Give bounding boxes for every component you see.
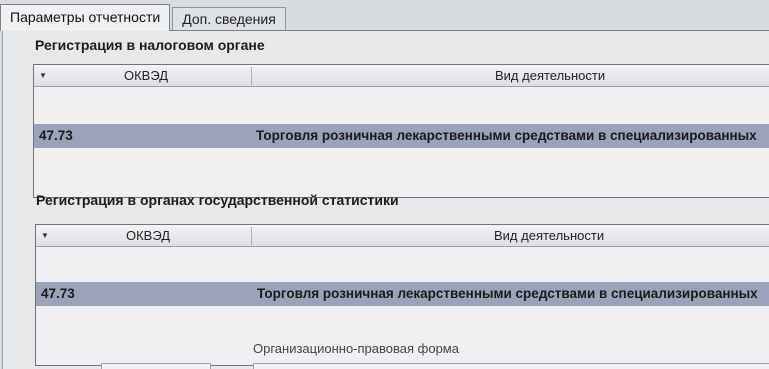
cell-activity: Торговля розничная лекарственными средст…: [256, 128, 757, 143]
okpf-code-field[interactable]: [101, 363, 211, 369]
column-separator[interactable]: [251, 67, 252, 85]
table-row[interactable]: 47.73 Торговля розничная лекарственными …: [36, 282, 769, 306]
legal-form-field[interactable]: [253, 363, 769, 369]
stat-registration-title: Регистрация в органах государственной ст…: [36, 192, 399, 208]
legal-form-label: Организационно-правовая форма: [253, 341, 459, 356]
tax-registration-grid[interactable]: ▼ ОКВЭД Вид деятельности 47.73 Торговля …: [33, 64, 769, 198]
column-header-activity[interactable]: Вид деятельности: [495, 65, 605, 87]
cell-okved: 47.73: [39, 128, 73, 143]
column-header-okved[interactable]: ОКВЭД: [124, 65, 168, 87]
tax-registration-title: Регистрация в налоговом органе: [35, 37, 265, 53]
cell-activity: Торговля розничная лекарственными средст…: [257, 286, 758, 301]
grid-header: ▼ ОКВЭД Вид деятельности: [36, 225, 769, 247]
grid-header: ▼ ОКВЭД Вид деятельности: [34, 65, 769, 87]
column-header-activity[interactable]: Вид деятельности: [494, 225, 604, 247]
tab-panel: Регистрация в налоговом органе ▼ ОКВЭД В…: [2, 30, 769, 369]
column-header-okved[interactable]: ОКВЭД: [126, 225, 170, 247]
table-row[interactable]: 47.73 Торговля розничная лекарственными …: [34, 124, 769, 148]
sort-down-icon[interactable]: ▼: [39, 225, 51, 247]
cell-okved: 47.73: [41, 286, 75, 301]
sort-down-icon[interactable]: ▼: [37, 65, 49, 87]
tab-additional-info[interactable]: Доп. сведения: [172, 7, 286, 31]
tab-strip: Параметры отчетности Доп. сведения: [0, 4, 769, 31]
column-separator[interactable]: [251, 227, 252, 245]
tab-reporting-params[interactable]: Параметры отчетности: [0, 4, 171, 31]
